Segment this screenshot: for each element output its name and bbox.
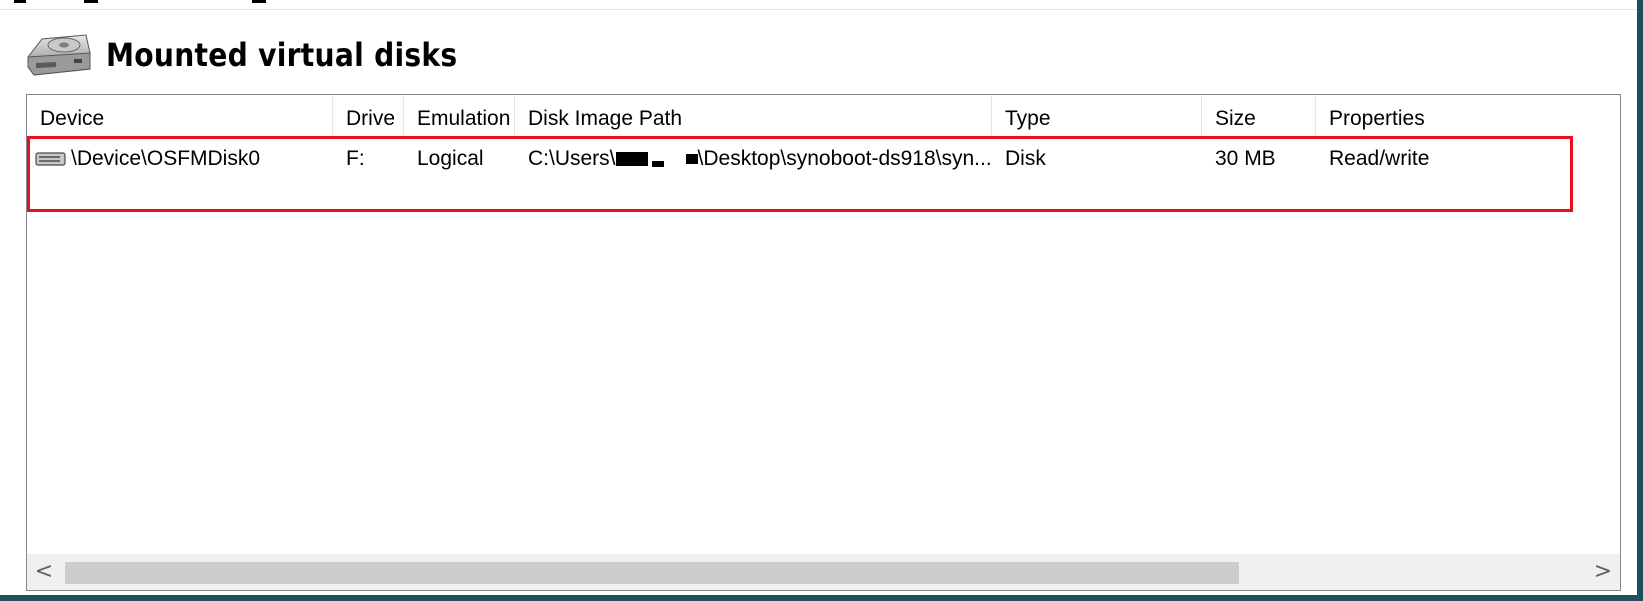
top-edge-fragment: [84, 0, 98, 3]
emulation-cell: Logical: [417, 147, 484, 170]
section-header: Mounted virtual disks: [24, 28, 505, 82]
redacted-username-block: [685, 154, 698, 165]
hard-disk-icon: [27, 34, 91, 76]
disk-image-path-cell: C:\Users\ \Desktop\synoboot-ds918\syn...: [515, 139, 991, 179]
scroll-left-arrow[interactable]: <: [27, 554, 61, 590]
path-suffix: \Desktop\synoboot-ds918\syn...: [697, 147, 991, 170]
table-row[interactable]: \Device\OSFMDisk0 F: Logical C:\Users\ \D…: [27, 139, 1620, 179]
type-cell: Disk: [1005, 147, 1046, 170]
column-header-properties[interactable]: Properties: [1316, 95, 1516, 139]
window-border-bottom: [0, 595, 1643, 601]
device-name: \Device\OSFMDisk0: [71, 147, 261, 170]
top-edge-fragment: [252, 0, 266, 3]
size-cell: 30 MB: [1215, 147, 1276, 170]
virtual-disks-list[interactable]: Device Drive Emulation Disk Image Path T…: [26, 94, 1621, 591]
column-header-type[interactable]: Type: [992, 95, 1201, 139]
device-cell: \Device\OSFMDisk0: [27, 139, 332, 179]
scroll-right-arrow[interactable]: >: [1586, 554, 1620, 590]
window-top-edge: [0, 0, 1637, 10]
column-header-drive[interactable]: Drive: [333, 95, 403, 139]
column-header-bar: Device Drive Emulation Disk Image Path T…: [27, 95, 1620, 139]
path-prefix: C:\Users\: [528, 147, 616, 170]
properties-cell: Read/write: [1329, 147, 1430, 170]
column-header-device[interactable]: Device: [27, 95, 332, 139]
window-border-right: [1637, 0, 1643, 601]
redacted-username-block: [651, 161, 664, 167]
drive-cell: F:: [346, 147, 365, 170]
redacted-username-block: [615, 152, 648, 167]
horizontal-scrollbar[interactable]: < >: [27, 554, 1620, 590]
column-header-emulation[interactable]: Emulation: [404, 95, 514, 139]
top-edge-fragment: [14, 0, 26, 3]
column-header-disk-image-path[interactable]: Disk Image Path: [515, 95, 991, 139]
section-title: Mounted virtual disks: [106, 36, 458, 74]
scrollbar-thumb[interactable]: [65, 562, 1239, 584]
column-header-size[interactable]: Size: [1202, 95, 1315, 139]
drive-icon: [35, 152, 66, 166]
